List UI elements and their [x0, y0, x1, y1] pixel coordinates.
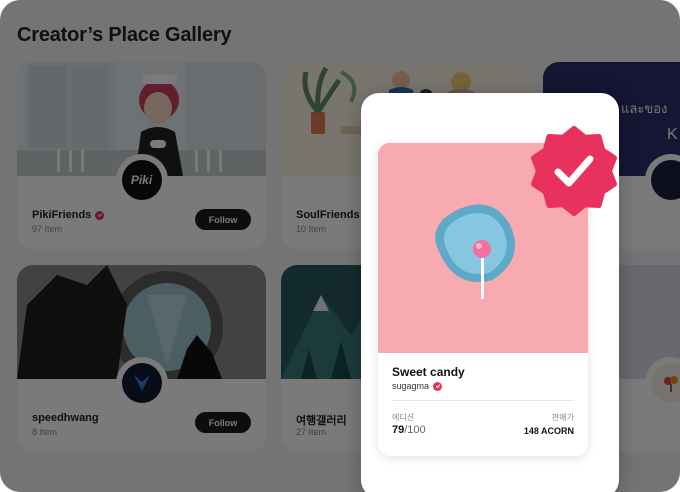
edition-value: 79/100: [392, 424, 426, 436]
follow-button[interactable]: Follow: [195, 412, 251, 433]
creator-name: 여행갤러리: [296, 412, 347, 428]
creator-card[interactable]: Piki PikiFriends 97 Item Follow: [17, 62, 266, 249]
creator-name-text: PikiFriends: [32, 209, 92, 221]
item-count: 10 Item: [296, 224, 327, 234]
creator-name: PikiFriends: [32, 209, 105, 221]
item-count: 27 Item: [296, 427, 327, 437]
divider: [392, 400, 574, 401]
creator-name-text: SoulFriends: [296, 209, 360, 221]
cover-text: และของ: [621, 102, 668, 117]
price-label: 판매가: [551, 413, 574, 422]
item-title: Sweet candy: [392, 365, 465, 379]
verified-icon: [95, 210, 105, 220]
creator-name: SoulFriends: [296, 209, 360, 221]
app-stage: Creator’s Place Gallery Piki PikiFriends…: [0, 0, 680, 492]
item-count: 8 Item: [32, 427, 58, 437]
creator-name-text: 여행갤러리: [296, 415, 347, 427]
avatar-logo-icon: [133, 375, 150, 391]
edition-total: /100: [404, 424, 426, 436]
creator-name: speedhwang: [32, 412, 99, 424]
creator-avatar: Piki: [121, 160, 162, 200]
avatar-text: Piki: [130, 173, 153, 187]
creator-card[interactable]: speedhwang 8 Item Follow: [17, 265, 266, 452]
item-creator-name[interactable]: sugagma: [392, 381, 429, 391]
price-value: 148 ACORN: [523, 426, 574, 436]
item-count: 97 Item: [32, 224, 63, 234]
creator-avatar: [121, 363, 162, 403]
edition-current: 79: [392, 424, 405, 436]
item-modal: Sweet candy sugagma 에디션 79/100 판매가 148 A…: [361, 93, 619, 492]
checkmark-badge-icon: [531, 126, 617, 216]
verified-icon: [433, 381, 443, 391]
follow-button[interactable]: Follow: [195, 209, 251, 230]
item-creator[interactable]: sugagma: [392, 381, 443, 391]
creator-name-text: speedhwang: [32, 412, 99, 424]
cover-letter: K: [667, 126, 678, 143]
edition-label: 에디션: [392, 413, 415, 422]
flower-icon: [664, 376, 678, 392]
page-title: Creator’s Place Gallery: [17, 24, 232, 46]
